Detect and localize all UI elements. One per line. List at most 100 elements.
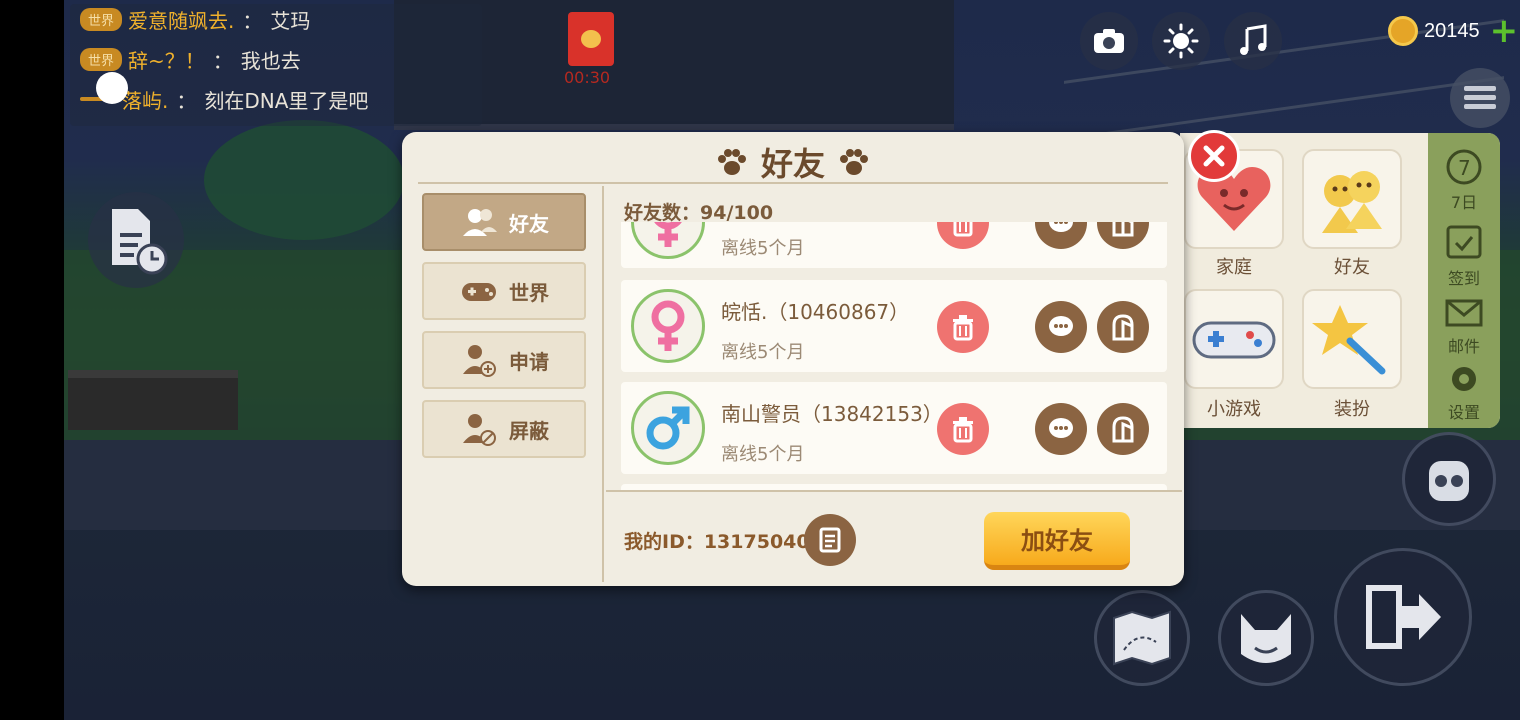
- camera-icon[interactable]: [1080, 12, 1138, 70]
- backpack-icon[interactable]: [1402, 432, 1496, 526]
- delete-button[interactable]: [937, 301, 989, 353]
- visit-button[interactable]: [1097, 301, 1149, 353]
- trash-icon: [953, 315, 973, 341]
- tree: [204, 120, 404, 240]
- tab-column: 好友 世界 申请 屏蔽: [416, 186, 604, 582]
- mail-icon[interactable]: [1444, 297, 1484, 329]
- menu-icon[interactable]: [1450, 68, 1510, 128]
- coin-amount: 20145: [1424, 19, 1480, 42]
- chat-channel-tag: 世界: [80, 7, 123, 31]
- chat-bubble-icon: [1049, 418, 1073, 438]
- tab-friends[interactable]: 好友: [422, 193, 586, 251]
- delete-button[interactable]: [937, 403, 989, 455]
- family-label: 家庭: [1216, 257, 1252, 278]
- divider: [606, 490, 1182, 492]
- seven-day-icon[interactable]: 7: [1444, 147, 1484, 187]
- add-friend-button[interactable]: 加好友: [984, 512, 1130, 570]
- cat-emote-icon[interactable]: [1218, 590, 1314, 686]
- minigame-label: 小游戏: [1207, 399, 1261, 420]
- svg-text:7: 7: [1458, 156, 1471, 180]
- chat-message: 我也去: [240, 48, 301, 73]
- friend-status: 离线5个月: [721, 238, 805, 259]
- chat-channel-tag: 世界: [80, 47, 123, 71]
- friend-status: 离线5个月: [721, 444, 805, 465]
- friends-tile[interactable]: [1302, 149, 1402, 249]
- avatar: [631, 391, 705, 465]
- music-icon[interactable]: [1224, 12, 1282, 70]
- tab-blocked[interactable]: 屏蔽: [422, 400, 586, 458]
- copy-id-button[interactable]: [804, 514, 856, 566]
- tab-label: 屏蔽: [509, 418, 549, 443]
- visit-door-icon: [1112, 222, 1134, 237]
- tab-label: 世界: [509, 280, 549, 305]
- seven-day-label: 7日: [1450, 193, 1478, 212]
- visit-button[interactable]: [1097, 403, 1149, 455]
- dressup-label: 装扮: [1334, 399, 1370, 420]
- friends-label: 好友: [1334, 257, 1370, 278]
- delete-button[interactable]: [937, 222, 989, 249]
- friend-row[interactable]: 皖恬.（10460867） 离线5个月: [621, 280, 1167, 372]
- magic-wand-icon: [1312, 305, 1386, 375]
- add-user-icon: [463, 345, 496, 377]
- friend-list[interactable]: 离线5个月 皖恬.（10460867） 离线5个月 南山警员（13842153）…: [618, 222, 1170, 490]
- tab-world[interactable]: 世界: [422, 262, 586, 320]
- checkin-label: 签到: [1447, 269, 1480, 288]
- friend-name: 南山警员（13842153）: [721, 402, 943, 426]
- chat-button[interactable]: [1035, 222, 1087, 249]
- task-list-icon[interactable]: [88, 192, 184, 288]
- exit-icon[interactable]: [1334, 548, 1472, 686]
- mail-label: 邮件: [1447, 337, 1480, 356]
- male-icon: [646, 406, 690, 450]
- chat-separator: ：: [212, 48, 233, 73]
- bench: [68, 370, 238, 430]
- trash-icon: [953, 417, 973, 443]
- trash-icon: [953, 222, 973, 237]
- red-envelope-icon[interactable]: [568, 12, 614, 66]
- friend-row[interactable]: 南山警员（13842153） 离线5个月: [621, 382, 1167, 474]
- gamepad-icon: [1192, 321, 1276, 359]
- map-icon[interactable]: [1094, 590, 1190, 686]
- my-id: 我的ID：13175040: [624, 531, 810, 553]
- chat-line: 世界 辞~？！ ： 我也去: [80, 44, 301, 74]
- chat-line: 世界 爱意随飒去. ： 艾玛: [80, 4, 310, 34]
- modal-title: 好友: [760, 145, 825, 183]
- chat-button[interactable]: [1035, 301, 1087, 353]
- chat-message: 艾玛: [270, 8, 311, 33]
- chat-sender: 爱意随飒去.: [128, 8, 235, 33]
- brightness-icon[interactable]: [1152, 12, 1210, 70]
- copy-icon: [819, 527, 841, 553]
- paw-icon: [717, 149, 746, 175]
- checkin-icon[interactable]: [1444, 221, 1484, 261]
- friend-status: 离线5个月: [721, 342, 805, 363]
- friend-count: 好友数：94/100: [624, 202, 774, 224]
- female-icon: [654, 222, 682, 247]
- visit-button[interactable]: [1097, 222, 1149, 249]
- dressup-tile[interactable]: [1302, 289, 1402, 389]
- friend-row[interactable]: 离线5个月: [621, 222, 1167, 268]
- tab-label: 好友: [509, 211, 549, 236]
- friend-name: 皖恬.（10460867）: [721, 300, 910, 324]
- chat-separator: ：: [176, 88, 197, 113]
- avatar: [631, 289, 705, 363]
- settings-label: 设置: [1447, 403, 1480, 422]
- chat-separator: ：: [242, 8, 263, 33]
- chat-sender: 辞~？！: [128, 48, 205, 73]
- coin-counter: 20145 +: [1388, 14, 1519, 48]
- minigame-tile[interactable]: [1184, 289, 1284, 389]
- red-envelope-timer: 00:30: [564, 68, 611, 87]
- chat-sender: 落屿.: [122, 88, 169, 113]
- friends-modal: 好友 好友 世界 申请 屏蔽 好友数：94/100 离线5个月 皖恬.（1046…: [402, 132, 1184, 586]
- avatar: [631, 222, 705, 259]
- chat-box[interactable]: 世界 爱意随飒去. ： 艾玛 世界 辞~？！ ： 我也去 落屿. ： 刻在DNA…: [70, 4, 482, 126]
- divider: [418, 182, 1168, 184]
- chat-bubble-icon: [1049, 316, 1073, 336]
- chat-button[interactable]: [1035, 403, 1087, 455]
- tab-requests[interactable]: 申请: [422, 331, 586, 389]
- tab-label: 申请: [509, 349, 549, 374]
- visit-door-icon: [1112, 416, 1134, 443]
- block-user-icon: [463, 414, 496, 446]
- settings-icon[interactable]: [1446, 361, 1482, 397]
- plus-icon[interactable]: +: [1490, 14, 1519, 48]
- gamepad-icon: [462, 283, 496, 301]
- close-button[interactable]: [1188, 130, 1240, 182]
